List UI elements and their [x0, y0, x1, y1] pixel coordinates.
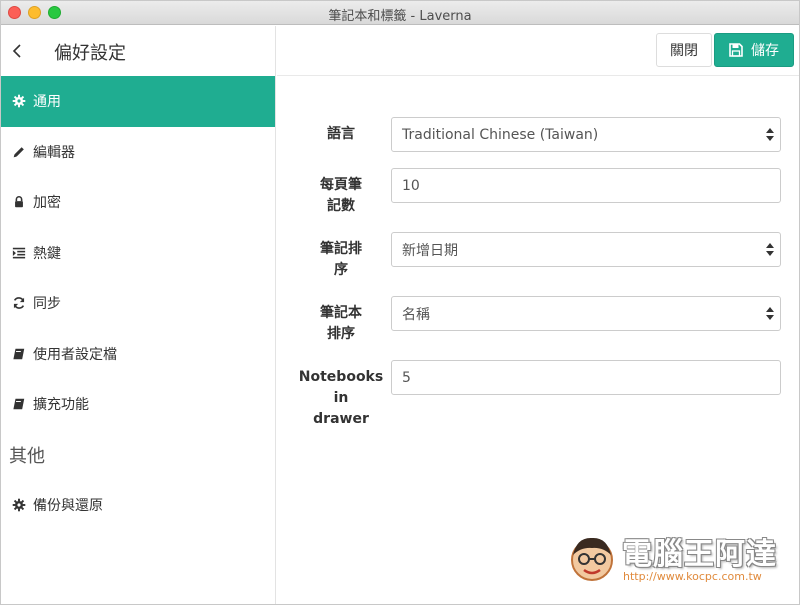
sidebar: 偏好設定 通用 編輯器 加密 熱鍵 同步 使用者設定檔 擴充功能 其他 備份與還…: [1, 26, 276, 604]
window-title: 筆記本和標籤 - Laverna: [328, 9, 472, 24]
per-page-label-line1: 每頁筆: [320, 177, 362, 193]
select-arrows-icon: [766, 127, 774, 143]
sidebar-item-backup[interactable]: 備份與還原: [1, 480, 275, 531]
gear-icon: [11, 93, 27, 109]
watermark: 電腦王阿達 http://www.kocpc.com.tw: [567, 529, 791, 589]
select-arrows-icon: [766, 242, 774, 258]
page-title: 偏好設定: [54, 43, 126, 64]
sidebar-item-label: 熱鍵: [33, 245, 61, 262]
per-page-label-line2: 記數: [327, 198, 355, 214]
note-sort-label: 筆記排 序: [295, 239, 387, 281]
notebooks-drawer-input[interactable]: 5: [391, 360, 781, 395]
sidebar-item-editor[interactable]: 編輯器: [1, 127, 275, 178]
sidebar-header: 偏好設定: [1, 26, 275, 76]
toolbar: 關閉 儲存: [277, 26, 799, 76]
notebooks-drawer-label-line1: Notebooks: [298, 369, 384, 385]
sidebar-item-general[interactable]: 通用: [1, 76, 275, 127]
sidebar-item-label: 通用: [33, 94, 61, 111]
notebook-sort-select-value: 名稱: [402, 306, 430, 323]
sidebar-item-label: 使用者設定檔: [33, 346, 117, 363]
note-sort-label-line2: 序: [334, 262, 348, 278]
per-page-input[interactable]: 10: [391, 168, 781, 203]
gear-icon: [11, 497, 27, 513]
notebooks-drawer-label-line3: drawer: [313, 411, 369, 427]
watermark-url: http://www.kocpc.com.tw: [623, 570, 762, 583]
note-sort-label-line1: 筆記排: [320, 241, 362, 257]
per-page-input-value: 10: [402, 177, 420, 194]
save-button[interactable]: 儲存: [714, 33, 794, 67]
book-icon: [11, 346, 27, 362]
notebook-sort-label: 筆記本 排序: [295, 303, 387, 345]
select-arrows-icon: [766, 306, 774, 322]
title-bar: 筆記本和標籤 - Laverna: [1, 1, 799, 25]
sidebar-item-label: 同步: [33, 296, 61, 313]
sidebar-item-modules[interactable]: 擴充功能: [1, 379, 275, 430]
indent-icon: [11, 245, 27, 261]
sidebar-item-sync[interactable]: 同步: [1, 278, 275, 329]
sidebar-item-profiles[interactable]: 使用者設定檔: [1, 329, 275, 380]
settings-panel: 關閉 儲存 語言 Traditional Chinese (Taiwan) 每頁…: [277, 26, 799, 604]
sidebar-item-label: 備份與還原: [33, 497, 103, 514]
chevron-left-icon[interactable]: [7, 40, 27, 62]
sidebar-item-encryption[interactable]: 加密: [1, 177, 275, 228]
per-page-label: 每頁筆 記數: [295, 175, 387, 217]
floppy-disk-icon: [729, 43, 743, 57]
mascot-face-icon: [571, 537, 613, 581]
close-button[interactable]: 關閉: [656, 33, 712, 67]
language-select[interactable]: Traditional Chinese (Taiwan): [391, 117, 781, 152]
sidebar-item-label: 編輯器: [33, 144, 75, 161]
watermark-text: 電腦王阿達: [622, 537, 777, 572]
pencil-icon: [11, 144, 27, 160]
notebook-sort-select[interactable]: 名稱: [391, 296, 781, 331]
notebook-sort-label-line1: 筆記本: [320, 305, 362, 321]
sidebar-item-hotkeys[interactable]: 熱鍵: [1, 228, 275, 279]
app-window: 筆記本和標籤 - Laverna 偏好設定 通用 編輯器 加密 熱鍵 同步 使用…: [0, 0, 800, 605]
book-icon: [11, 396, 27, 412]
refresh-icon: [11, 295, 27, 311]
notebooks-drawer-label-line2: in: [333, 390, 349, 406]
save-button-label: 儲存: [751, 43, 779, 59]
sidebar-item-label: 擴充功能: [33, 397, 89, 414]
notebook-sort-label-line2: 排序: [327, 326, 355, 342]
sidebar-item-label: 加密: [33, 195, 61, 212]
language-select-value: Traditional Chinese (Taiwan): [402, 126, 599, 143]
note-sort-select-value: 新增日期: [402, 242, 458, 259]
note-sort-select[interactable]: 新增日期: [391, 232, 781, 267]
lock-icon: [11, 194, 27, 210]
notebooks-drawer-input-value: 5: [402, 369, 411, 386]
section-heading-other: 其他: [9, 445, 45, 467]
notebooks-drawer-label: Notebooks in drawer: [295, 367, 387, 430]
language-label: 語言: [327, 126, 355, 142]
